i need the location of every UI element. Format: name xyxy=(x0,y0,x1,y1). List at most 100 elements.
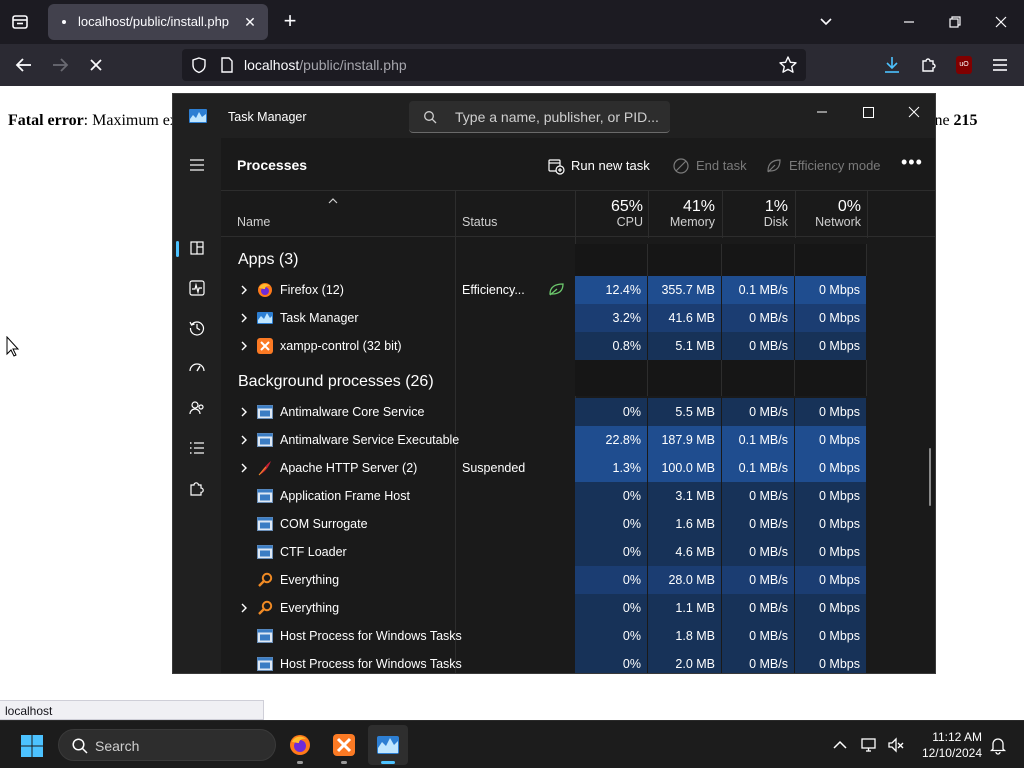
performance-icon[interactable] xyxy=(184,275,210,301)
cell-disk: 0 MB/s xyxy=(722,566,795,594)
process-row[interactable]: Host Process for Windows Tasks 0% 1.8 MB 0 … xyxy=(221,622,935,650)
cell-disk: 0 MB/s xyxy=(722,510,795,538)
app-history-icon[interactable] xyxy=(184,315,210,341)
group-header-apps: Apps (3) xyxy=(238,251,299,268)
tm-maximize-icon[interactable] xyxy=(845,98,891,126)
cell-disk: 0 MB/s xyxy=(722,622,795,650)
details-list-icon[interactable] xyxy=(184,435,210,461)
expand-chevron-icon[interactable] xyxy=(239,601,249,615)
expand-chevron-icon[interactable] xyxy=(239,339,249,353)
cell-disk: 0.1 MB/s xyxy=(722,426,795,454)
process-row[interactable]: Antimalware Core Service 0% 5.5 MB 0 MB/s 0 … xyxy=(221,398,935,426)
browser-tab[interactable]: localhost/public/install.php ✕ xyxy=(48,4,268,40)
process-row[interactable]: Task Manager 3.2% 41.6 MB 0 MB/s 0 Mbps xyxy=(221,304,935,332)
cell-memory: 5.1 MB xyxy=(648,332,722,360)
minimize-icon[interactable] xyxy=(897,10,921,34)
startup-apps-icon[interactable] xyxy=(184,355,210,381)
forward-arrow-icon[interactable] xyxy=(46,52,74,78)
process-row[interactable]: CTF Loader 0% 4.6 MB 0 MB/s 0 Mbps xyxy=(221,538,935,566)
close-tab-icon[interactable]: ✕ xyxy=(240,12,260,32)
expand-chevron-icon[interactable] xyxy=(239,433,249,447)
expand-chevron-icon[interactable] xyxy=(239,405,249,419)
taskbar-xampp[interactable] xyxy=(324,725,364,765)
hamburger-menu-icon[interactable] xyxy=(989,54,1011,76)
everything-search-icon xyxy=(257,572,273,588)
processes-icon[interactable] xyxy=(184,235,210,261)
disk-total: 1% xyxy=(764,198,788,215)
process-search-input[interactable] xyxy=(455,107,660,127)
stop-loading-icon[interactable] xyxy=(82,52,110,78)
expand-chevron-icon[interactable] xyxy=(239,283,249,297)
column-memory[interactable]: Memory xyxy=(650,215,715,229)
tab-title: localhost/public/install.php xyxy=(78,14,230,29)
downloads-icon[interactable] xyxy=(881,54,903,76)
url-text: localhost/public/install.php xyxy=(244,57,407,73)
new-tab-icon[interactable]: + xyxy=(278,10,302,34)
efficiency-mode-button[interactable]: Efficiency mode xyxy=(765,156,881,176)
show-hidden-icons-chevron-icon[interactable] xyxy=(830,735,850,755)
page-info-icon[interactable] xyxy=(218,56,236,74)
group-band-cell xyxy=(722,244,795,280)
cell-network: 0 Mbps xyxy=(795,566,867,594)
column-status[interactable]: Status xyxy=(462,215,497,229)
process-row[interactable]: xampp-control (32 bit) 0.8% 5.1 MB 0 MB/s 0 … xyxy=(221,332,935,360)
cell-network: 0 Mbps xyxy=(795,426,867,454)
services-puzzle-icon[interactable] xyxy=(184,475,210,501)
end-task-button[interactable]: End task xyxy=(672,156,747,176)
process-row[interactable]: Antimalware Service Executable 22.8% 187.9… xyxy=(221,426,935,454)
process-row[interactable]: Application Frame Host 0% 3.1 MB 0 MB/s 0 Mb… xyxy=(221,482,935,510)
memory-total: 41% xyxy=(682,198,715,215)
users-icon[interactable] xyxy=(184,395,210,421)
sort-up-chevron-icon[interactable] xyxy=(327,197,339,205)
process-row[interactable]: Host Process for Windows Tasks 0% 2.0 MB 0 … xyxy=(221,650,935,673)
process-search-box[interactable] xyxy=(409,101,670,133)
notification-bell-icon[interactable] xyxy=(988,735,1008,755)
column-disk[interactable]: Disk xyxy=(724,215,788,229)
cell-memory: 2.0 MB xyxy=(648,650,722,673)
task-manager-icon xyxy=(189,109,207,123)
column-network[interactable]: Network xyxy=(797,215,861,229)
cell-cpu: 0% xyxy=(575,594,648,622)
taskbar-firefox[interactable] xyxy=(280,725,320,765)
tracking-protection-shield-icon[interactable] xyxy=(190,56,208,74)
bookmark-star-icon[interactable] xyxy=(778,55,798,75)
cell-network: 0 Mbps xyxy=(795,332,867,360)
ublock-origin-icon[interactable]: uO xyxy=(956,56,972,74)
expand-chevron-icon[interactable] xyxy=(239,461,249,475)
service-icon xyxy=(257,404,273,420)
cell-memory: 3.1 MB xyxy=(648,482,722,510)
cell-cpu: 0% xyxy=(575,482,648,510)
network-icon[interactable] xyxy=(860,735,880,755)
group-band-cell xyxy=(575,244,648,280)
run-new-task-button[interactable]: Run new task xyxy=(547,156,650,176)
process-row[interactable]: COM Surrogate 0% 1.6 MB 0 MB/s 0 Mbps xyxy=(221,510,935,538)
column-name[interactable]: Name xyxy=(237,215,270,229)
system-clock[interactable]: 11:12 AM 12/10/2024 xyxy=(900,729,982,761)
extensions-puzzle-icon[interactable] xyxy=(918,54,940,76)
restore-icon[interactable] xyxy=(943,10,967,34)
hamburger-icon[interactable] xyxy=(184,152,210,178)
more-options-icon[interactable]: ••• xyxy=(901,153,922,176)
windows-start-icon[interactable] xyxy=(20,734,44,758)
process-name: Host Process for Windows Tasks xyxy=(280,657,462,671)
column-divider xyxy=(575,191,576,238)
process-row[interactable]: Everything 0% 1.1 MB 0 MB/s 0 Mbps xyxy=(221,594,935,622)
column-cpu[interactable]: CPU xyxy=(577,215,643,229)
tab-list-icon[interactable] xyxy=(8,10,32,34)
taskbar-task-manager[interactable] xyxy=(368,725,408,765)
process-row[interactable]: Firefox (12) Efficiency... 12.4% 355.7 MB 0.… xyxy=(221,276,935,304)
close-window-icon[interactable] xyxy=(989,10,1013,34)
run-task-icon xyxy=(548,159,565,175)
cell-network: 0 Mbps xyxy=(795,510,867,538)
expand-chevron-icon[interactable] xyxy=(239,311,249,325)
taskbar-search[interactable]: Search xyxy=(58,729,276,761)
process-row[interactable]: Everything 0% 28.0 MB 0 MB/s 0 Mbps xyxy=(221,566,935,594)
process-row[interactable]: Apache HTTP Server (2) Suspended 1.3% 100.0… xyxy=(221,454,935,482)
chevron-down-icon[interactable] xyxy=(814,10,838,34)
cell-network: 0 Mbps xyxy=(795,650,867,673)
address-bar[interactable]: localhost/public/install.php xyxy=(182,49,806,81)
tm-close-icon[interactable] xyxy=(891,98,935,126)
back-arrow-icon[interactable] xyxy=(10,52,38,78)
tm-minimize-icon[interactable] xyxy=(799,98,845,126)
cell-cpu: 0% xyxy=(575,650,648,673)
